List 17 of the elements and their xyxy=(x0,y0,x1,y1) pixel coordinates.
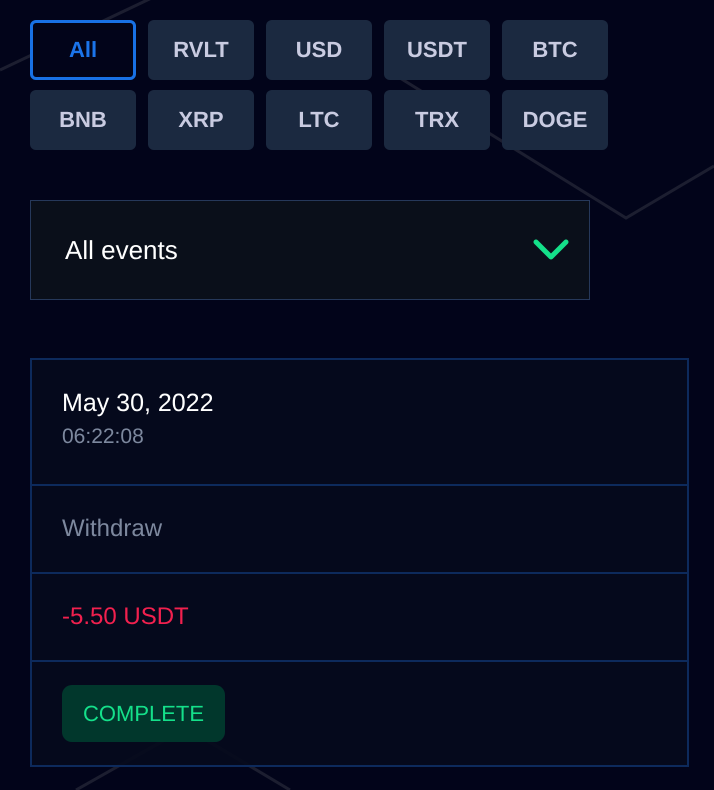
currency-filter-tab[interactable]: USD xyxy=(266,20,372,80)
transaction-time: 06:22:08 xyxy=(62,424,144,450)
chevron-down-icon xyxy=(533,239,569,261)
status-badge: COMPLETE xyxy=(62,685,226,742)
currency-filter-tab[interactable]: BNB xyxy=(30,90,136,150)
currency-filter-tab[interactable]: DOGE xyxy=(502,90,608,150)
event-filter-dropdown[interactable]: All events xyxy=(30,200,590,300)
transaction-amount: -5.50 USDT xyxy=(62,602,189,632)
currency-filter-tab[interactable]: All xyxy=(30,20,136,80)
transaction-date: May 30, 2022 xyxy=(62,388,214,418)
transaction-type: Withdraw xyxy=(62,514,162,544)
currency-filter-tab[interactable]: USDT xyxy=(384,20,490,80)
currency-filter-tab[interactable]: LTC xyxy=(266,90,372,150)
currency-filter-tab[interactable]: BTC xyxy=(502,20,608,80)
currency-filter-tab[interactable]: TRX xyxy=(384,90,490,150)
currency-filter-tab[interactable]: XRP xyxy=(148,90,254,150)
currency-filter-tab[interactable]: RVLT xyxy=(148,20,254,80)
